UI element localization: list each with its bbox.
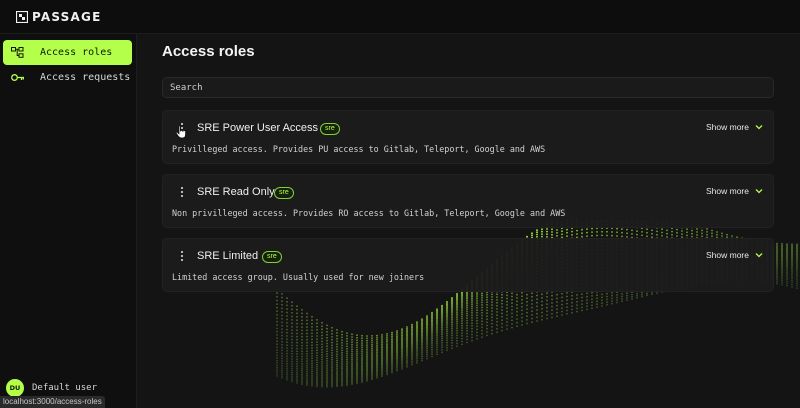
chevron-down-icon bbox=[755, 252, 763, 258]
search-input[interactable] bbox=[162, 77, 774, 98]
show-more-button[interactable]: Show more bbox=[706, 122, 763, 132]
hand-pointer-cursor-icon bbox=[175, 125, 186, 139]
chevron-down-icon bbox=[755, 188, 763, 194]
sidebar-item-access-requests[interactable]: Access requests bbox=[3, 65, 132, 90]
sidebar-item-access-roles[interactable]: Access roles bbox=[3, 40, 132, 65]
role-name: SRE Read Only bbox=[197, 186, 275, 198]
show-more-label: Show more bbox=[706, 186, 749, 196]
role-name: SRE Power User Access bbox=[197, 122, 319, 134]
passage-logo-icon bbox=[16, 10, 28, 23]
show-more-button[interactable]: Show more bbox=[706, 250, 763, 260]
sidebar-item-label: Access roles bbox=[40, 47, 113, 58]
roles-tree-icon bbox=[11, 47, 25, 59]
top-bar: PASSAGE bbox=[0, 0, 800, 34]
user-menu[interactable]: DU Default user bbox=[6, 379, 97, 397]
show-more-button[interactable]: Show more bbox=[706, 186, 763, 196]
key-icon bbox=[11, 72, 25, 84]
role-name: SRE Limited bbox=[197, 250, 259, 262]
role-description: Privilleged access. Provides PU access t… bbox=[172, 144, 546, 154]
role-tag: sre bbox=[320, 123, 340, 135]
more-options-icon[interactable] bbox=[177, 248, 187, 264]
role-description: Limited access group. Usually used for n… bbox=[172, 272, 425, 282]
role-card: SRE Limited sre Show more Limited access… bbox=[162, 238, 774, 292]
more-options-icon[interactable] bbox=[177, 184, 187, 200]
show-more-label: Show more bbox=[706, 250, 749, 260]
sidebar-item-label: Access requests bbox=[40, 72, 131, 83]
sidebar: Access roles Access requests DU Default … bbox=[0, 34, 137, 408]
chevron-down-icon bbox=[755, 124, 763, 130]
role-description: Non privilleged access. Provides RO acce… bbox=[172, 208, 566, 218]
app-logo-text: PASSAGE bbox=[32, 9, 102, 24]
avatar: DU bbox=[6, 379, 24, 397]
role-tag: sre bbox=[274, 187, 294, 199]
role-tag: sre bbox=[262, 251, 282, 263]
user-name: Default user bbox=[32, 383, 98, 393]
role-card: SRE Read Only sre Show more Non priville… bbox=[162, 174, 774, 228]
page-title: Access roles bbox=[162, 43, 255, 60]
show-more-label: Show more bbox=[706, 122, 749, 132]
status-bar-url: localhost:3000/access-roles bbox=[0, 396, 105, 408]
role-card: SRE Power User Access sre Show more Priv… bbox=[162, 110, 774, 164]
